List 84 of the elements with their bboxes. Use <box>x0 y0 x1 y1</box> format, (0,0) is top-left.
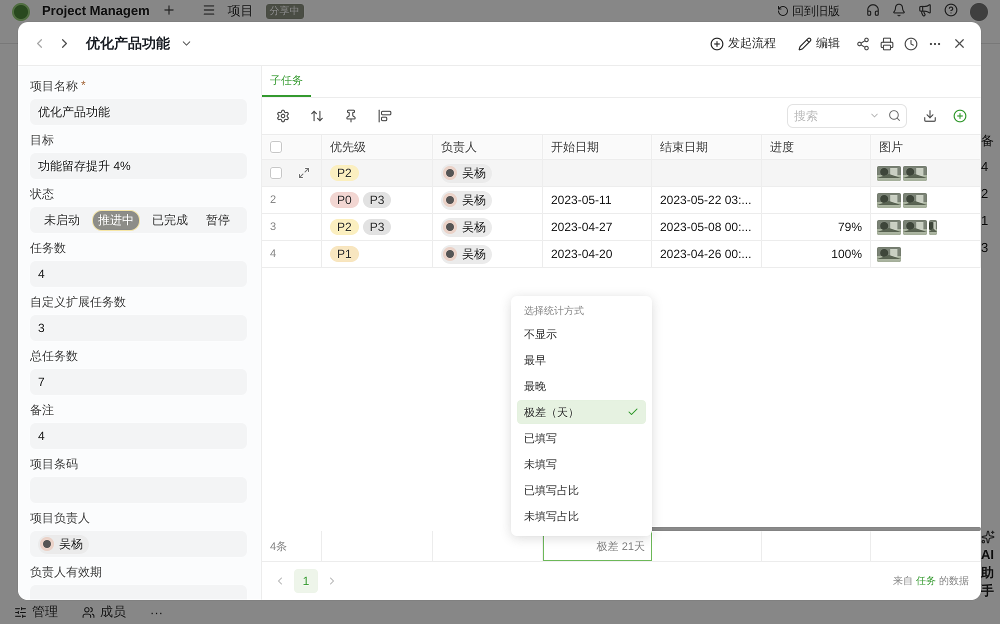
table-cell: 2023-04-27 <box>551 220 612 234</box>
row-number: 2 <box>270 194 276 206</box>
table-cell: 2023-05-08 00:... <box>660 220 752 234</box>
input-field[interactable]: 优化产品功能 <box>30 99 247 125</box>
field-label: 总任务数 <box>30 348 78 365</box>
table-cell: 79% <box>838 220 862 234</box>
person-chip: 吴杨 <box>441 190 492 210</box>
input-field[interactable]: 4 <box>30 423 247 449</box>
priority-tag: P3 <box>362 219 392 235</box>
person-chip: 吴杨 <box>441 244 492 264</box>
table-cell: 2023-05-11 <box>551 193 612 207</box>
table-cell: 2023-05-22 03:... <box>660 193 752 207</box>
field-label: 项目条码 <box>30 456 78 473</box>
record-count: 4条 <box>270 540 288 554</box>
input-field[interactable]: 吴杨 <box>30 531 247 557</box>
column-header[interactable]: 优先级 <box>330 138 366 156</box>
source-link[interactable]: 任务 <box>916 576 936 587</box>
menu-item[interactable]: 最早 <box>517 348 646 372</box>
menu-item[interactable]: 未填写占比 <box>517 504 646 528</box>
table-cell: 2023-04-20 <box>551 247 612 261</box>
table-cell-text: 1 <box>981 213 990 230</box>
record-title: 优化产品功能 <box>86 34 170 52</box>
table-row[interactable]: 2 P0 P3 吴杨 2023-05-11 2023-05-22 03:... <box>262 187 981 214</box>
search-field[interactable]: 搜索 <box>787 104 907 128</box>
share-badge: 分享中 <box>266 4 304 19</box>
menu-item[interactable]: 已填写占比 <box>517 478 646 502</box>
menu-item[interactable]: 已填写 <box>517 426 646 450</box>
table-row[interactable]: P2 吴杨 <box>262 160 981 187</box>
column-header: 备 <box>981 132 995 150</box>
required-mark: * <box>81 78 86 94</box>
column-header[interactable]: 图片 <box>879 138 903 156</box>
field-label: 项目名称 <box>30 78 78 95</box>
person-chip: 吴杨 <box>38 534 89 554</box>
menu-item[interactable]: 不显示 <box>517 322 646 346</box>
status-option[interactable]: 已完成 <box>146 210 194 230</box>
table-row[interactable]: 3 P2 P3 吴杨 2023-04-27 2023-05-08 00:... 79% <box>262 214 981 241</box>
input-field[interactable]: 7 <box>30 369 247 395</box>
person-chip: 吴杨 <box>441 164 492 182</box>
row-number: 3 <box>270 221 276 233</box>
table-row[interactable]: 4 P1 吴杨 2023-04-20 2023-04-26 00:... 100% <box>262 241 981 268</box>
old-version-link[interactable]: 回到旧版 <box>777 3 840 19</box>
nav-title[interactable]: 项目 <box>228 3 254 19</box>
assistant-label: 助 <box>981 565 994 580</box>
priority-tag: P0 <box>330 192 359 208</box>
field-label: 项目负责人 <box>30 510 90 527</box>
header-action-button[interactable]: 编辑 <box>792 35 846 52</box>
field-label: 自定义扩展任务数 <box>30 294 126 311</box>
row-number: 4 <box>270 248 276 260</box>
person-chip: 吴杨 <box>441 218 492 236</box>
menu-item[interactable]: 极差（天） <box>517 400 646 424</box>
menu-item[interactable]: 最晚 <box>517 374 646 398</box>
data-source-note: 来自 任务 的数据 <box>893 574 969 588</box>
column-header[interactable]: 结束日期 <box>660 138 708 156</box>
priority-tag: P2 <box>330 165 359 181</box>
column-header[interactable]: 开始日期 <box>551 138 599 156</box>
assistant-label: AI <box>981 547 994 562</box>
menu-item[interactable]: 未填写 <box>517 452 646 476</box>
field-label: 目标 <box>30 132 54 149</box>
priority-tag: P3 <box>362 192 392 208</box>
header-action-button[interactable]: 发起流程 <box>704 35 782 52</box>
input-field[interactable]: 3 <box>30 315 247 341</box>
app-title: Project Managem <box>42 3 150 19</box>
input-field[interactable]: 功能留存提升 4% <box>30 153 247 179</box>
status-option[interactable]: 未启动 <box>38 210 86 230</box>
column-header[interactable]: 进度 <box>770 138 794 156</box>
table-cell: 2023-04-26 00:... <box>660 247 752 261</box>
bottom-nav-item[interactable]: 管理 <box>14 603 58 621</box>
bottom-nav-item[interactable]: ··· <box>150 604 163 620</box>
field-label: 负责人有效期 <box>30 564 102 581</box>
table-cell-text: 2 <box>981 186 990 203</box>
status-option[interactable]: 暂停 <box>200 210 236 230</box>
column-header[interactable]: 负责人 <box>441 138 477 156</box>
priority-tag: P1 <box>330 246 359 262</box>
table-cell-text: 3 <box>981 240 990 257</box>
input-field[interactable]: 4 <box>30 261 247 287</box>
field-label: 备注 <box>30 402 54 419</box>
assistant-label: 手 <box>981 583 994 598</box>
table-cell-text: 4 <box>981 159 990 176</box>
priority-tag: P2 <box>330 219 359 235</box>
field-label: 任务数 <box>30 240 66 257</box>
table-cell: 100% <box>831 247 862 261</box>
bottom-nav-item[interactable]: 成员 <box>82 603 126 621</box>
menu-title: 选择统计方式 <box>523 304 585 319</box>
field-label: 状态 <box>30 186 54 203</box>
